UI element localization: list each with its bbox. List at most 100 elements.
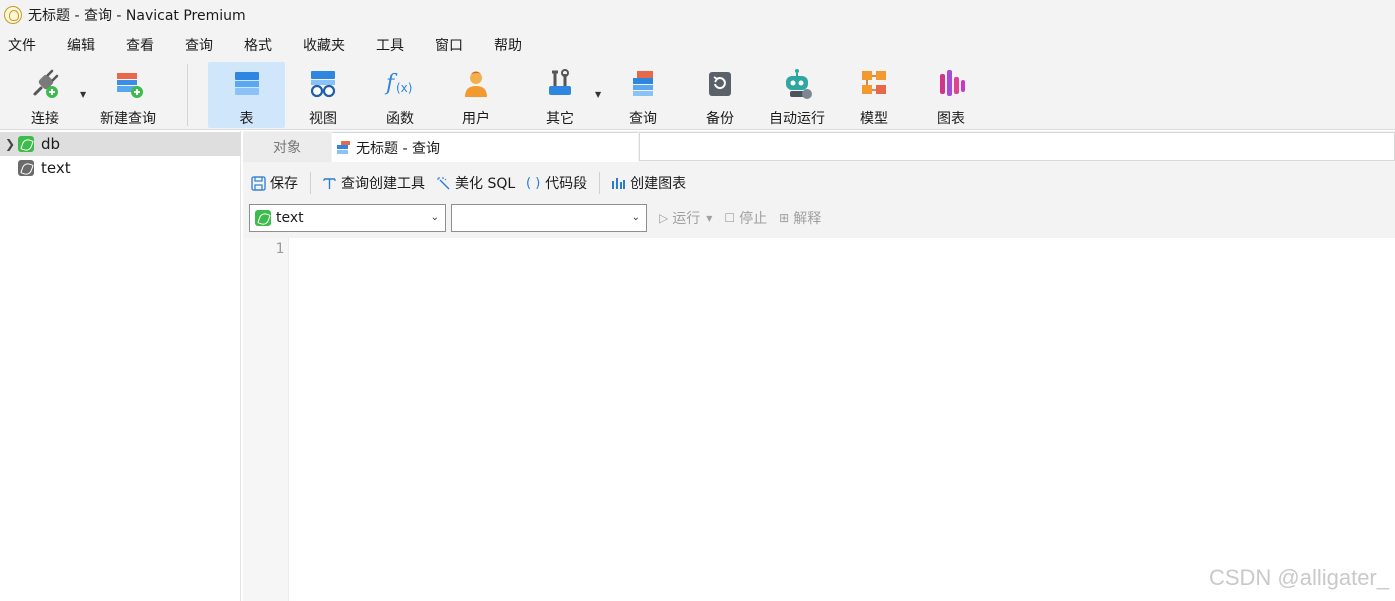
run-dropdown-icon[interactable]: ▼ xyxy=(706,214,712,223)
create-chart-label: 创建图表 xyxy=(630,176,687,192)
query-builder-label: 查询创建工具 xyxy=(341,176,425,192)
chevron-right-icon[interactable]: ❯ xyxy=(2,137,18,151)
chart-icon xyxy=(610,175,626,191)
table-icon xyxy=(229,66,265,102)
chart-label: 图表 xyxy=(937,111,965,127)
code-snippet-button[interactable]: ( ) 代码段 xyxy=(525,173,587,193)
plug-icon xyxy=(27,66,63,102)
menu-file[interactable]: 文件 xyxy=(8,35,36,55)
model-button[interactable]: 模型 xyxy=(851,62,897,128)
menu-edit[interactable]: 编辑 xyxy=(67,35,95,55)
new-query-icon xyxy=(110,66,146,102)
other-dropdown-icon[interactable]: ▼ xyxy=(595,90,601,99)
mongodb-connection-icon xyxy=(255,210,271,226)
menu-favorites[interactable]: 收藏夹 xyxy=(303,35,345,55)
backup-button[interactable]: 备份 xyxy=(697,62,743,128)
user-icon xyxy=(458,66,494,102)
chart-button[interactable]: 图表 xyxy=(928,62,974,128)
main-content: 对象 无标题 - 查询 保存 查询创建工具 美化 SQL () 代码段 创建图… xyxy=(243,131,1395,601)
run-button[interactable]: ▷ 运行 ▼ xyxy=(659,208,712,228)
connection-select-value: text xyxy=(276,210,304,226)
tree-item-label: db xyxy=(41,135,61,153)
chart-icon xyxy=(933,66,969,102)
table-button[interactable]: 表 xyxy=(208,62,285,128)
user-button[interactable]: 用户 xyxy=(453,62,499,128)
other-button[interactable]: 其它 xyxy=(537,62,583,128)
tab-bar: 对象 无标题 - 查询 xyxy=(243,131,1395,162)
model-icon xyxy=(856,66,892,102)
create-chart-button[interactable]: 创建图表 xyxy=(610,173,686,193)
tab-query-label: 无标题 - 查询 xyxy=(356,140,440,157)
explain-button[interactable]: ⊞ 解释 xyxy=(779,208,821,228)
title-bar: 无标题 - 查询 - Navicat Premium xyxy=(0,0,1395,30)
mongodb-connection-icon xyxy=(18,136,34,152)
query-icon xyxy=(625,66,661,102)
svg-text:(x): (x) xyxy=(396,81,412,95)
automation-button[interactable]: 自动运行 xyxy=(766,62,828,128)
connect-button[interactable]: 连接 xyxy=(20,62,70,128)
tools-icon xyxy=(542,66,578,102)
other-label: 其它 xyxy=(546,111,574,127)
code-snippet-label: 代码段 xyxy=(545,176,588,192)
connect-dropdown-icon[interactable]: ▼ xyxy=(80,90,86,99)
chevron-down-icon: ⌄ xyxy=(631,212,640,223)
view-label: 视图 xyxy=(309,111,337,127)
window-title: 无标题 - 查询 - Navicat Premium xyxy=(28,8,246,24)
menu-view[interactable]: 查看 xyxy=(126,35,154,55)
save-icon xyxy=(250,175,266,191)
tab-query[interactable]: 无标题 - 查询 xyxy=(332,132,638,162)
model-label: 模型 xyxy=(860,111,888,127)
view-icon xyxy=(305,66,341,102)
robot-icon xyxy=(779,66,815,102)
menu-query[interactable]: 查询 xyxy=(185,35,213,55)
tab-bar-empty xyxy=(639,132,1395,161)
user-label: 用户 xyxy=(462,111,490,127)
explain-label: 解释 xyxy=(793,211,822,227)
watermark: CSDN @alligater_ xyxy=(1208,565,1389,590)
save-label: 保存 xyxy=(270,176,298,192)
tree-item-text[interactable]: text xyxy=(0,156,241,180)
connect-label: 连接 xyxy=(31,111,59,127)
backup-icon xyxy=(702,66,738,102)
function-button[interactable]: f (x) 函数 xyxy=(377,62,423,128)
mongodb-connection-icon xyxy=(18,160,34,176)
function-icon: f (x) xyxy=(382,66,418,102)
chevron-down-icon: ⌄ xyxy=(430,212,439,223)
database-select[interactable]: ⌄ xyxy=(451,204,647,232)
beautify-sql-button[interactable]: 美化 SQL xyxy=(435,173,515,193)
toolbar-separator xyxy=(310,172,311,194)
menu-help[interactable]: 帮助 xyxy=(494,35,522,55)
connection-select[interactable]: text ⌄ xyxy=(249,204,446,232)
menu-tools[interactable]: 工具 xyxy=(376,35,404,55)
code-snippet-icon: ( ) xyxy=(526,175,541,191)
line-number-gutter: 1 xyxy=(243,238,289,601)
menu-format[interactable]: 格式 xyxy=(244,35,272,55)
query-builder-button[interactable]: 查询创建工具 xyxy=(321,173,425,193)
query-tab-icon xyxy=(336,140,351,155)
tab-objects[interactable]: 对象 xyxy=(243,132,331,162)
tree-item-db[interactable]: ❯ db xyxy=(0,132,241,156)
save-button[interactable]: 保存 xyxy=(250,173,298,193)
query-toolbar: 保存 查询创建工具 美化 SQL ( ) 代码段 创建图表 xyxy=(243,167,1395,199)
backup-label: 备份 xyxy=(706,111,734,127)
query-button[interactable]: 查询 xyxy=(620,62,666,128)
connection-tree: ❯ db text xyxy=(0,131,241,601)
new-query-label: 新建查询 xyxy=(100,111,156,127)
function-label: 函数 xyxy=(386,111,414,127)
automation-label: 自动运行 xyxy=(769,111,825,127)
selector-row: text ⌄ ⌄ ▷ 运行 ▼ ☐ 停止 ⊞ 解释 xyxy=(249,204,821,232)
menu-window[interactable]: 窗口 xyxy=(435,35,463,55)
stop-label: 停止 xyxy=(739,211,768,227)
explain-icon: ⊞ xyxy=(779,211,790,225)
view-button[interactable]: 视图 xyxy=(300,62,346,128)
navicat-logo-icon xyxy=(4,6,22,24)
query-label: 查询 xyxy=(629,111,657,127)
main-toolbar: 连接 ▼ 新建查询 表 视图 f (x) 函数 用户 其它 ▼ 查询 备份 自动… xyxy=(0,60,1395,130)
new-query-button[interactable]: 新建查询 xyxy=(96,62,160,128)
stop-button[interactable]: ☐ 停止 xyxy=(724,208,767,228)
toolbar-separator xyxy=(187,64,188,126)
menu-bar: 文件 编辑 查看 查询 格式 收藏夹 工具 窗口 帮助 xyxy=(0,30,1395,60)
play-icon: ▷ xyxy=(659,211,669,225)
sql-editor[interactable]: 1 xyxy=(243,238,1395,601)
run-label: 运行 xyxy=(672,211,701,227)
